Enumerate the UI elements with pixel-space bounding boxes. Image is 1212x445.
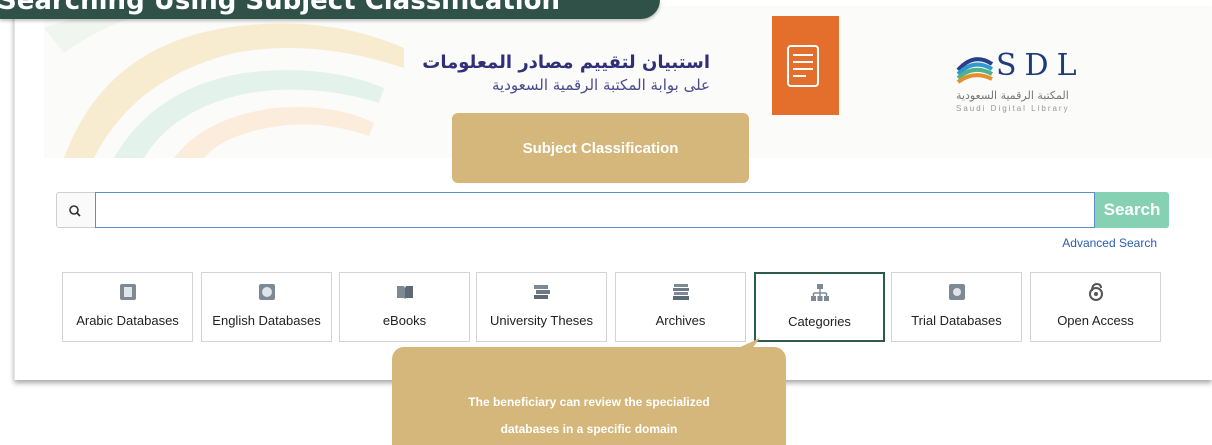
page-title: Searching Using Subject Classification <box>0 0 561 16</box>
sdl-logo-letters: SDL <box>996 48 1085 83</box>
category-open-access[interactable]: Open Access <box>1030 272 1161 342</box>
category-label: Archives <box>655 313 706 328</box>
survey-title-line2: على بوابة المكتبة الرقمية السعودية <box>491 76 710 94</box>
page-title-banner: Searching Using Subject Classification <box>0 0 660 19</box>
sdl-logo: SDL المكتبة الرقمية السعودية Saudi Digit… <box>952 48 1122 124</box>
category-archives[interactable]: Archives <box>615 272 746 342</box>
category-label: Arabic Databases <box>76 313 179 328</box>
open-access-icon <box>1088 282 1103 301</box>
trial-database-icon <box>948 284 965 300</box>
category-categories[interactable]: Categories <box>754 272 885 342</box>
search-icon[interactable] <box>56 192 95 228</box>
category-trial-databases[interactable]: Trial Databases <box>891 272 1022 342</box>
category-label: Categories <box>788 314 851 329</box>
callout-line1: The beneficiary can review the specializ… <box>468 395 710 409</box>
category-label: Open Access <box>1057 313 1134 328</box>
arabic-database-icon <box>119 284 136 300</box>
callout-line2: databases in a specific domain <box>500 422 678 436</box>
english-database-icon <box>258 284 275 300</box>
survey-title[interactable]: استبيان لتقييم مصادر المعلومات على بوابة… <box>422 52 710 94</box>
survey-title-line1: استبيان لتقييم مصادر المعلومات <box>422 52 710 73</box>
sdl-logo-english: Saudi Digital Library <box>956 104 1070 113</box>
survey-document-icon[interactable] <box>772 16 839 115</box>
categories-icon <box>810 284 829 301</box>
category-label: University Theses <box>489 313 594 328</box>
archives-icon <box>672 284 689 300</box>
category-label: eBooks <box>382 313 427 328</box>
search-input[interactable] <box>95 192 1095 228</box>
category-arabic-databases[interactable]: Arabic Databases <box>62 272 193 342</box>
ebook-icon <box>396 286 413 299</box>
thesis-icon <box>533 285 550 299</box>
advanced-search-link[interactable]: Advanced Search <box>1062 236 1157 250</box>
search-button[interactable]: Search <box>1095 192 1169 228</box>
category-english-databases[interactable]: English Databases <box>201 272 332 342</box>
info-callout: The beneficiary can review the specializ… <box>392 347 786 445</box>
sdl-logo-arabic: المكتبة الرقمية السعودية <box>956 89 1069 102</box>
sdl-logo-mark-icon <box>956 57 994 84</box>
category-ebooks[interactable]: eBooks <box>339 272 470 342</box>
banner-decoration <box>44 8 404 158</box>
search-bar: Search <box>56 192 1169 228</box>
category-label: English Databases <box>212 313 321 328</box>
category-university-theses[interactable]: University Theses <box>476 272 607 342</box>
subject-classification-label: Subject Classification <box>452 113 749 183</box>
category-label: Trial Databases <box>911 313 1002 328</box>
